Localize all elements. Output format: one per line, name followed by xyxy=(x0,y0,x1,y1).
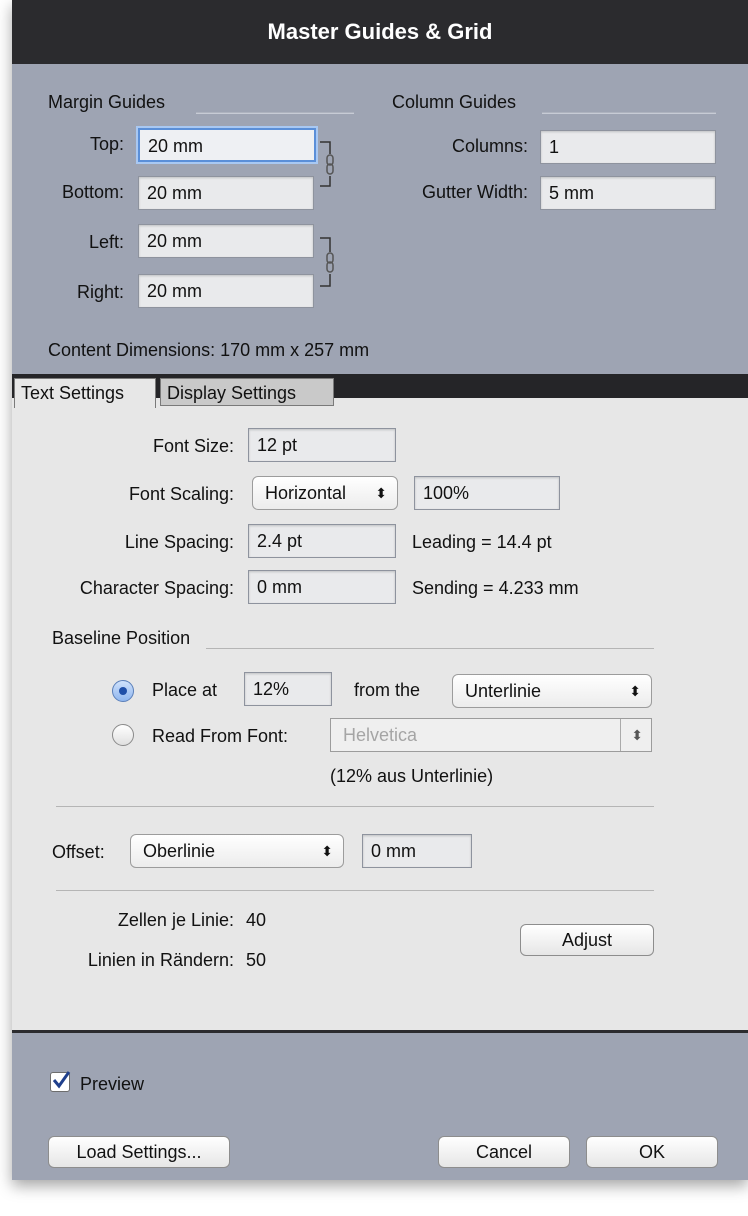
line-spacing-label: Line Spacing: xyxy=(124,532,234,552)
font-scaling-popup[interactable]: Horizontal ⬍ xyxy=(252,476,398,510)
font-scaling-mode: Horizontal xyxy=(265,483,347,503)
baseline-note: (12% aus Unterlinie) xyxy=(330,766,494,786)
tab-display-settings[interactable]: Display Settings xyxy=(160,378,334,406)
line-spacing-field[interactable]: 2.4 pt xyxy=(248,524,396,558)
checkmark-icon xyxy=(52,1071,71,1089)
baseline-divider xyxy=(206,648,654,649)
left-right-link-icon[interactable] xyxy=(318,236,346,290)
margin-guides-heading: Margin Guides xyxy=(48,92,166,112)
read-from-font-label: Read From Font: xyxy=(152,726,289,746)
place-at-radio[interactable] xyxy=(112,680,134,702)
content-dimensions: Content Dimensions: 170 mm x 257 mm xyxy=(48,340,370,360)
section-divider xyxy=(56,806,654,807)
preview-checkbox[interactable] xyxy=(50,1071,71,1092)
zellen-value: 40 xyxy=(246,910,267,930)
font-scaling-field[interactable]: 100% xyxy=(414,476,560,510)
section-divider xyxy=(56,890,654,891)
font-scaling-label: Font Scaling: xyxy=(128,484,234,504)
linien-value: 50 xyxy=(246,950,267,970)
offset-label: Offset: xyxy=(52,842,105,862)
margin-guides-divider xyxy=(196,112,354,114)
offset-option: Oberlinie xyxy=(143,841,216,861)
from-the-option: Unterlinie xyxy=(465,681,542,701)
columns-label: Columns: xyxy=(451,136,528,156)
ok-button[interactable]: OK xyxy=(586,1136,718,1168)
char-spacing-label: Character Spacing: xyxy=(79,578,234,598)
left-label: Left: xyxy=(88,232,124,252)
popup-arrows-icon: ⬍ xyxy=(620,719,643,751)
place-at-label: Place at xyxy=(152,680,218,700)
char-spacing-field[interactable]: 0 mm xyxy=(248,570,396,604)
popup-arrows-icon: ⬍ xyxy=(321,843,333,859)
dialog-title: Master Guides & Grid xyxy=(12,0,748,64)
offset-popup[interactable]: Oberlinie ⬍ xyxy=(130,834,344,868)
adjust-button[interactable]: Adjust xyxy=(520,924,654,956)
font-size-label: Font Size: xyxy=(152,436,234,456)
top-field[interactable]: 20 mm xyxy=(138,128,316,162)
offset-field[interactable]: 0 mm xyxy=(362,834,472,868)
font-size-field[interactable]: 12 pt xyxy=(248,428,396,462)
bottom-separator xyxy=(12,1030,748,1033)
top-bottom-link-icon[interactable] xyxy=(318,140,346,190)
leading-text: Leading = 14.4 pt xyxy=(412,532,552,552)
tab-text-settings[interactable]: Text Settings xyxy=(14,378,156,408)
font-option: Helvetica xyxy=(343,725,418,745)
from-the-label: from the xyxy=(354,680,421,700)
zellen-label: Zellen je Linie: xyxy=(117,910,234,930)
gutter-width-field[interactable]: 5 mm xyxy=(540,176,716,210)
read-from-font-radio[interactable] xyxy=(112,724,134,746)
right-label: Right: xyxy=(76,282,124,302)
linien-label: Linien in Rändern: xyxy=(87,950,234,970)
font-popup[interactable]: Helvetica ⬍ xyxy=(330,718,652,752)
gutter-width-label: Gutter Width: xyxy=(421,182,528,202)
place-at-field[interactable]: 12% xyxy=(244,672,332,706)
right-field[interactable]: 20 mm xyxy=(138,274,314,308)
preview-label: Preview xyxy=(80,1074,145,1094)
baseline-position-heading: Baseline Position xyxy=(52,628,191,648)
column-guides-heading: Column Guides xyxy=(392,92,517,112)
popup-arrows-icon: ⬍ xyxy=(375,485,387,501)
cancel-button[interactable]: Cancel xyxy=(438,1136,570,1168)
left-field[interactable]: 20 mm xyxy=(138,224,314,258)
sending-text: Sending = 4.233 mm xyxy=(412,578,579,598)
column-guides-divider xyxy=(542,112,716,114)
load-settings-button[interactable]: Load Settings... xyxy=(48,1136,230,1168)
bottom-field[interactable]: 20 mm xyxy=(138,176,314,210)
from-the-popup[interactable]: Unterlinie ⬍ xyxy=(452,674,652,708)
bottom-label: Bottom: xyxy=(61,182,124,202)
columns-field[interactable]: 1 xyxy=(540,130,716,164)
top-label: Top: xyxy=(89,134,124,154)
popup-arrows-icon: ⬍ xyxy=(629,683,641,699)
